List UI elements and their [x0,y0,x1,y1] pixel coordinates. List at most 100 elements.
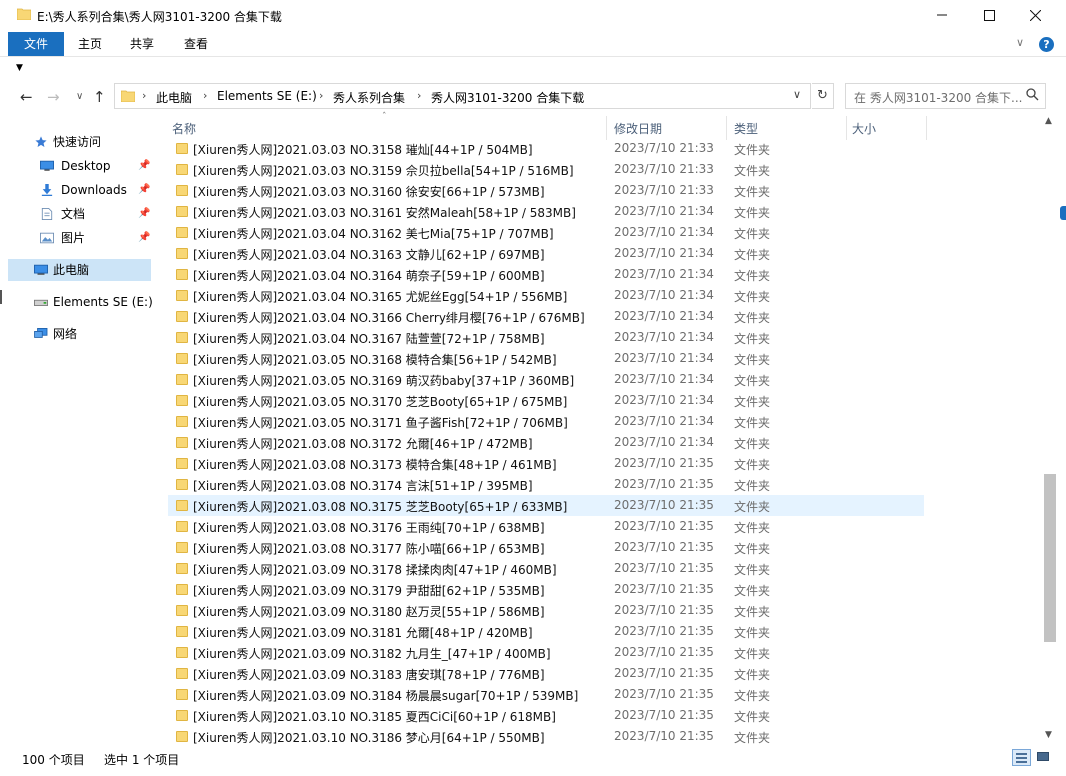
scroll-up-icon[interactable]: ▲ [1045,116,1052,126]
forward-arrow-icon[interactable]: → [47,88,60,106]
pin-icon: 📌 [138,184,151,195]
file-name: [Xiuren秀人网]2021.03.04 NO.3165 尤妮丝Egg[54+… [193,290,568,304]
table-row[interactable]: [Xiuren秀人网]2021.03.09 NO.3179 尹甜甜[62+1P … [168,579,924,600]
minimize-icon [937,14,947,16]
table-row[interactable]: [Xiuren秀人网]2021.03.09 NO.3182 九月生_[47+1P… [168,642,924,663]
table-row[interactable]: [Xiuren秀人网]2021.03.08 NO.3172 允爾[46+1P /… [168,432,924,453]
folder-icon [176,458,188,469]
file-date: 2023/7/10 21:34 [614,267,714,281]
tab-home[interactable]: 主页 [66,32,114,56]
breadcrumb-separator-icon[interactable]: › [142,89,146,102]
sidebar-item-documents[interactable]: 文档 📌 [8,203,151,225]
expand-ribbon-icon[interactable]: ∨ [1016,36,1024,49]
table-row[interactable]: [Xiuren秀人网]2021.03.04 NO.3166 Cherry绯月樱[… [168,306,924,327]
breadcrumb-separator-icon[interactable]: › [203,89,207,102]
table-row[interactable]: [Xiuren秀人网]2021.03.04 NO.3165 尤妮丝Egg[54+… [168,285,924,306]
customize-toolbar-icon[interactable]: ▼ [16,63,23,73]
table-row[interactable]: [Xiuren秀人网]2021.03.04 NO.3167 陆萱萱[72+1P … [168,327,924,348]
sidebar-item-desktop[interactable]: Desktop 📌 [8,155,151,177]
table-row[interactable]: [Xiuren秀人网]2021.03.03 NO.3160 徐安安[66+1P … [168,180,924,201]
column-divider[interactable] [606,116,607,140]
tab-file[interactable]: 文件 [8,32,64,56]
column-header-size[interactable]: 大小 [852,120,876,137]
file-date: 2023/7/10 21:35 [614,624,714,638]
sidebar-item-quick-access[interactable]: 快速访问 [8,131,151,153]
table-row[interactable]: [Xiuren秀人网]2021.03.03 NO.3158 璀灿[44+1P /… [168,138,924,159]
back-arrow-icon[interactable]: ← [20,88,33,106]
table-row[interactable]: [Xiuren秀人网]2021.03.05 NO.3168 模特合集[56+1P… [168,348,924,369]
file-type: 文件夹 [734,647,771,661]
table-row[interactable]: [Xiuren秀人网]2021.03.09 NO.3178 揉揉肉肉[47+1P… [168,558,924,579]
details-view-icon[interactable] [1012,749,1031,766]
table-row[interactable]: [Xiuren秀人网]2021.03.10 NO.3185 夏西CiCi[60+… [168,705,924,726]
table-row[interactable]: [Xiuren秀人网]2021.03.09 NO.3184 杨晨晨sugar[7… [168,684,924,705]
address-bar[interactable]: › 此电脑 › Elements SE (E:) › 秀人系列合集 › 秀人网3… [114,83,811,109]
folder-icon [176,248,188,259]
table-row[interactable]: [Xiuren秀人网]2021.03.08 NO.3174 言沫[51+1P /… [168,474,924,495]
tab-share[interactable]: 共享 [118,32,166,56]
vertical-scrollbar[interactable]: ▲ ▼ [1042,114,1058,746]
sidebar-item-this-pc[interactable]: 此电脑 [8,259,151,281]
file-type: 文件夹 [734,143,771,157]
table-row[interactable]: [Xiuren秀人网]2021.03.09 NO.3181 允爾[48+1P /… [168,621,924,642]
file-type: 文件夹 [734,332,771,346]
table-row[interactable]: [Xiuren秀人网]2021.03.09 NO.3180 赵万灵[55+1P … [168,600,924,621]
help-icon[interactable]: ? [1039,37,1054,52]
table-row[interactable]: [Xiuren秀人网]2021.03.03 NO.3159 佘贝拉bella[5… [168,159,924,180]
table-row[interactable]: [Xiuren秀人网]2021.03.05 NO.3170 芝芝Booty[65… [168,390,924,411]
column-header-date[interactable]: 修改日期 [614,120,662,137]
search-input[interactable]: 在 秀人网3101-3200 合集下... [845,83,1046,109]
table-row[interactable]: [Xiuren秀人网]2021.03.04 NO.3162 美七Mia[75+1… [168,222,924,243]
recent-locations-icon[interactable]: ∨ [76,91,83,102]
refresh-icon[interactable]: ↻ [812,83,834,109]
file-type: 文件夹 [734,605,771,619]
table-row[interactable]: [Xiuren秀人网]2021.03.08 NO.3175 芝芝Booty[65… [168,495,924,516]
column-divider[interactable] [726,116,727,140]
large-icons-view-icon[interactable] [1036,750,1051,764]
minimize-button[interactable] [919,0,965,30]
table-row[interactable]: [Xiuren秀人网]2021.03.04 NO.3164 萌奈子[59+1P … [168,264,924,285]
breadcrumb-this-pc[interactable]: 此电脑 [156,89,192,106]
table-row[interactable]: [Xiuren秀人网]2021.03.08 NO.3177 陈小喵[66+1P … [168,537,924,558]
breadcrumb-separator-icon[interactable]: › [319,89,323,102]
network-icon [34,328,48,338]
column-header-name[interactable]: 名称 [172,120,196,137]
sidebar-item-drive-e[interactable]: Elements SE (E:) [8,291,153,313]
column-divider[interactable] [926,116,927,140]
table-row[interactable]: [Xiuren秀人网]2021.03.04 NO.3163 文静儿[62+1P … [168,243,924,264]
scrollbar-thumb[interactable] [1044,474,1056,642]
table-row[interactable]: [Xiuren秀人网]2021.03.08 NO.3176 王雨纯[70+1P … [168,516,924,537]
table-row[interactable]: [Xiuren秀人网]2021.03.10 NO.3186 梦心月[64+1P … [168,726,924,746]
breadcrumb-collection[interactable]: 秀人系列合集 [333,89,405,106]
maximize-button[interactable] [966,0,1012,30]
table-row[interactable]: [Xiuren秀人网]2021.03.05 NO.3171 鱼子酱Fish[72… [168,411,924,432]
scroll-down-icon[interactable]: ▼ [1045,730,1052,740]
close-button[interactable] [1012,0,1058,30]
file-type: 文件夹 [734,206,771,220]
sidebar-item-pictures[interactable]: 图片 📌 [8,227,151,249]
folder-icon [176,479,188,490]
table-row[interactable]: [Xiuren秀人网]2021.03.08 NO.3173 模特合集[48+1P… [168,453,924,474]
sidebar-item-network[interactable]: 网络 [8,323,151,345]
table-row[interactable]: [Xiuren秀人网]2021.03.09 NO.3183 唐安琪[78+1P … [168,663,924,684]
folder-icon [176,731,188,742]
search-icon[interactable] [1026,88,1039,101]
up-arrow-icon[interactable]: ↑ [93,88,106,106]
sidebar-item-downloads[interactable]: Downloads 📌 [8,179,151,201]
sidebar-item-label: 快速访问 [53,135,102,149]
breadcrumb-current-folder[interactable]: 秀人网3101-3200 合集下载 [431,89,584,106]
tab-view[interactable]: 查看 [170,32,222,56]
drive-icon [34,299,48,306]
file-name: [Xiuren秀人网]2021.03.08 NO.3172 允爾[46+1P /… [193,437,533,451]
chevron-down-icon[interactable]: ∨ [793,88,801,101]
column-divider[interactable] [846,116,847,140]
file-date: 2023/7/10 21:35 [614,687,714,701]
file-type: 文件夹 [734,416,771,430]
file-type: 文件夹 [734,353,771,367]
file-name: [Xiuren秀人网]2021.03.10 NO.3186 梦心月[64+1P … [193,731,545,745]
column-header-type[interactable]: 类型 [734,120,758,137]
breadcrumb-drive[interactable]: Elements SE (E:) [217,89,317,103]
table-row[interactable]: [Xiuren秀人网]2021.03.03 NO.3161 安然Maleah[5… [168,201,924,222]
table-row[interactable]: [Xiuren秀人网]2021.03.05 NO.3169 萌汉药baby[37… [168,369,924,390]
breadcrumb-separator-icon[interactable]: › [417,89,421,102]
